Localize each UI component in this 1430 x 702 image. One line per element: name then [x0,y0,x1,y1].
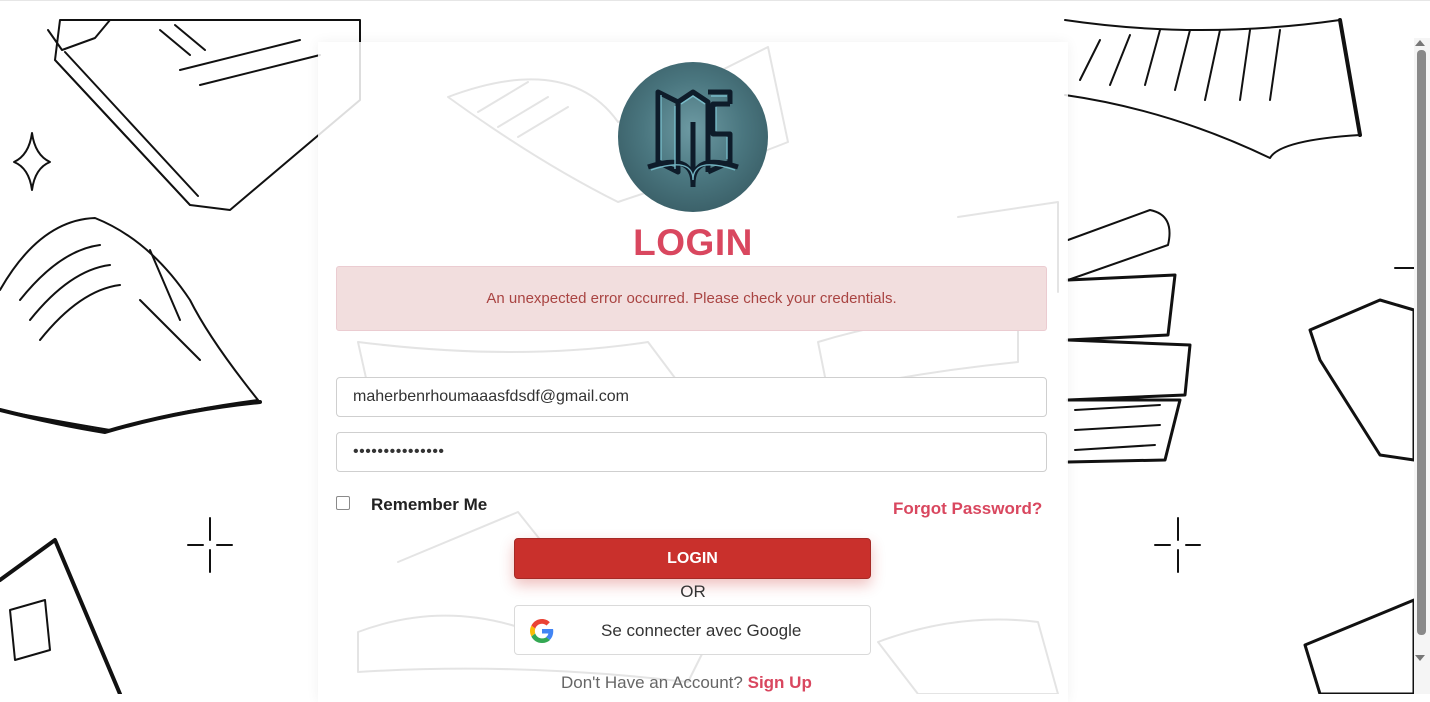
lms-logo [618,62,768,212]
error-alert: An unexpected error occurred. Please che… [336,266,1047,331]
scroll-up-arrow-icon[interactable] [1415,40,1425,46]
no-account-text: Don't Have an Account? [561,673,743,692]
google-signin-label: Se connecter avec Google [601,621,802,640]
email-field[interactable]: maherbenrhoumaaasfdsdf@gmail.com [336,377,1047,417]
google-logo-icon [530,619,554,643]
page-title: LOGIN [633,222,753,263]
lms-book-logo-icon [647,89,739,187]
scrollbar-thumb[interactable] [1417,50,1426,635]
forgot-password-link[interactable]: Forgot Password? [893,499,1042,519]
signup-prompt: Don't Have an Account? Sign Up [561,673,812,693]
remember-me-label: Remember Me [371,495,488,514]
password-field[interactable]: ••••••••••••••• [336,432,1047,472]
google-signin-button[interactable]: Se connecter avec Google [514,605,871,655]
scroll-down-arrow-icon[interactable] [1415,655,1425,661]
or-divider-label: OR [680,582,706,601]
signup-link[interactable]: Sign Up [748,673,812,692]
login-button[interactable]: LOGIN [514,538,871,579]
remember-me-checkbox[interactable] [336,496,350,510]
